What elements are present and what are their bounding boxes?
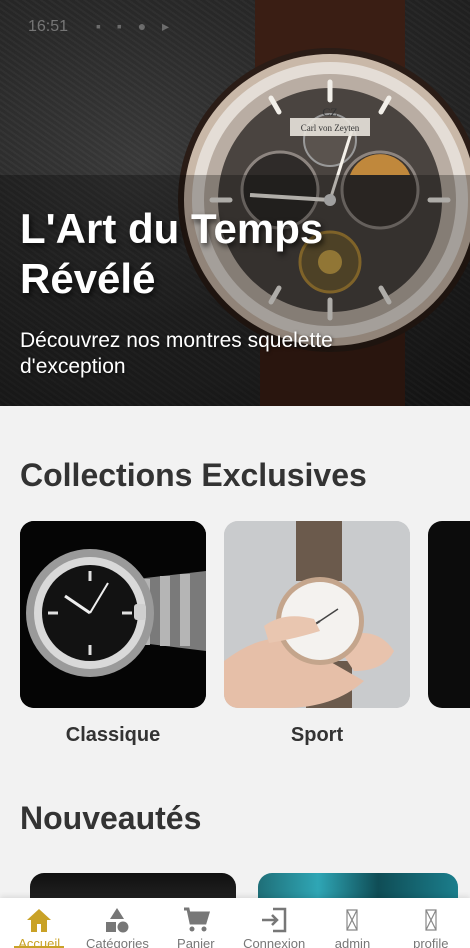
broken-image-icon <box>425 909 437 931</box>
svg-text:Carl von Zeyten: Carl von Zeyten <box>301 123 360 133</box>
collection-card-partial[interactable] <box>428 521 470 708</box>
nav-label: Connexion <box>243 936 306 948</box>
status-icons: ▪ ▪ ● ▸ <box>96 18 176 34</box>
nav-label: Panier <box>177 936 215 948</box>
collection-label-sport[interactable]: Sport <box>224 724 410 747</box>
nav-item-connexion[interactable]: Connexion <box>235 898 313 948</box>
nav-item-admin[interactable]: admin <box>313 898 391 948</box>
status-bar: 16:51 ▪ ▪ ● ▸ <box>0 0 470 54</box>
collections-title: Collections Exclusives <box>20 457 367 493</box>
nav-label: Catégories <box>86 936 149 948</box>
svg-text:CZ: CZ <box>322 105 337 119</box>
nav-label: profile <box>413 936 449 948</box>
status-time: 16:51 <box>28 18 69 35</box>
new-arrivals-title: Nouveautés <box>20 800 202 836</box>
nav-label: admin <box>334 936 371 948</box>
home-icon <box>27 909 52 932</box>
hero-banner[interactable]: Carl von Zeyten CZ L'Art du Temps Révélé… <box>0 0 470 406</box>
sport-watch-image <box>224 521 410 708</box>
nav-label: Accueil <box>18 936 61 948</box>
cart-icon <box>183 907 210 932</box>
collection-card-sport[interactable] <box>224 521 410 708</box>
hero-subtitle: Découvrez nos montres squelette d'except… <box>20 329 333 378</box>
hero-title: L'Art du Temps Révélé <box>20 205 324 302</box>
nav-item-categories[interactable]: Catégories <box>78 898 156 948</box>
nav-item-profile[interactable]: profile <box>392 898 470 948</box>
categories-icon <box>106 908 129 933</box>
bottom-nav: Accueil Catégories Panier Connexion admi… <box>0 898 470 948</box>
nav-item-panier[interactable]: Panier <box>157 898 235 948</box>
login-icon <box>262 907 287 933</box>
classic-watch-image <box>20 521 206 708</box>
collection-card-classique[interactable] <box>20 521 206 708</box>
nav-item-accueil[interactable]: Accueil <box>0 898 78 948</box>
collection-label-classique[interactable]: Classique <box>20 724 206 747</box>
broken-image-icon <box>346 909 359 931</box>
